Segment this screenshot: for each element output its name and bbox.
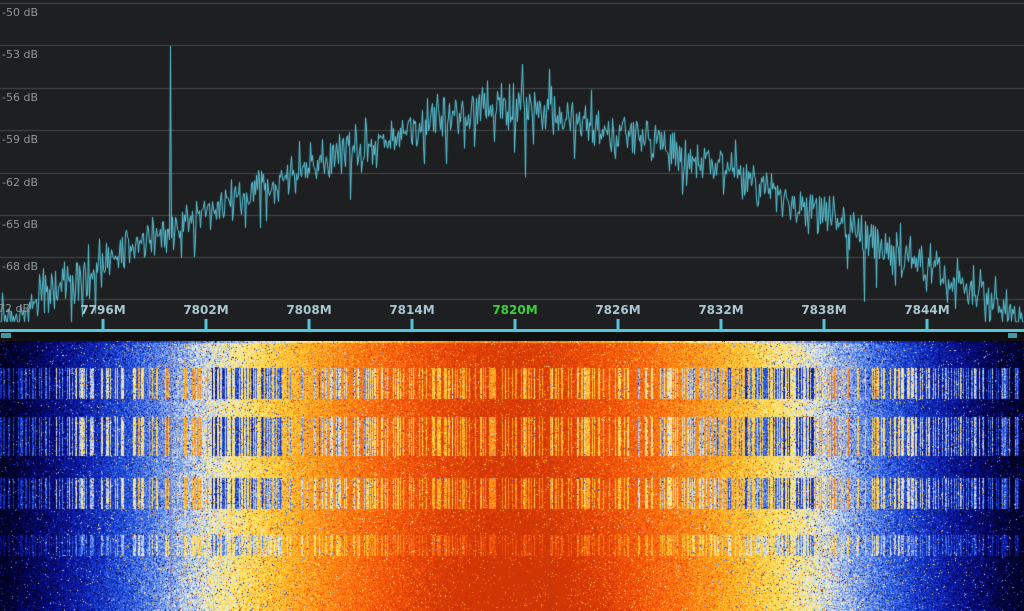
freq-tick-mark [514, 319, 517, 329]
center-freq-label: 7820M [492, 303, 537, 317]
waterfall-edge-artifact-left [1, 333, 11, 338]
waterfall-canvas[interactable] [0, 341, 1024, 611]
freq-tick-mark [411, 319, 414, 329]
freq-tick-label: 7844M [904, 303, 949, 317]
spectrum-panel: -50 dB-53 dB-56 dB-59 dB-62 dB-65 dB-68 … [0, 0, 1024, 333]
spectrum-plot-canvas[interactable] [0, 0, 1024, 333]
waterfall-gap [0, 332, 1024, 341]
freq-tick-label: 7838M [801, 303, 846, 317]
freq-tick-mark [205, 319, 208, 329]
freq-tick-mark [617, 319, 620, 329]
freq-tick-label: 7808M [286, 303, 331, 317]
freq-tick-label: 7832M [698, 303, 743, 317]
freq-tick-label: 7796M [80, 303, 125, 317]
freq-tick-mark [102, 319, 105, 329]
freq-tick-mark [926, 319, 929, 329]
freq-tick-mark [823, 319, 826, 329]
freq-tick-mark [308, 319, 311, 329]
freq-tick-label: 7826M [595, 303, 640, 317]
freq-tick-mark [720, 319, 723, 329]
sdr-display: -50 dB-53 dB-56 dB-59 dB-62 dB-65 dB-68 … [0, 0, 1024, 611]
waterfall-edge-artifact-right [1008, 333, 1017, 338]
freq-tick-label: 7814M [389, 303, 434, 317]
freq-tick-label: 7802M [183, 303, 228, 317]
